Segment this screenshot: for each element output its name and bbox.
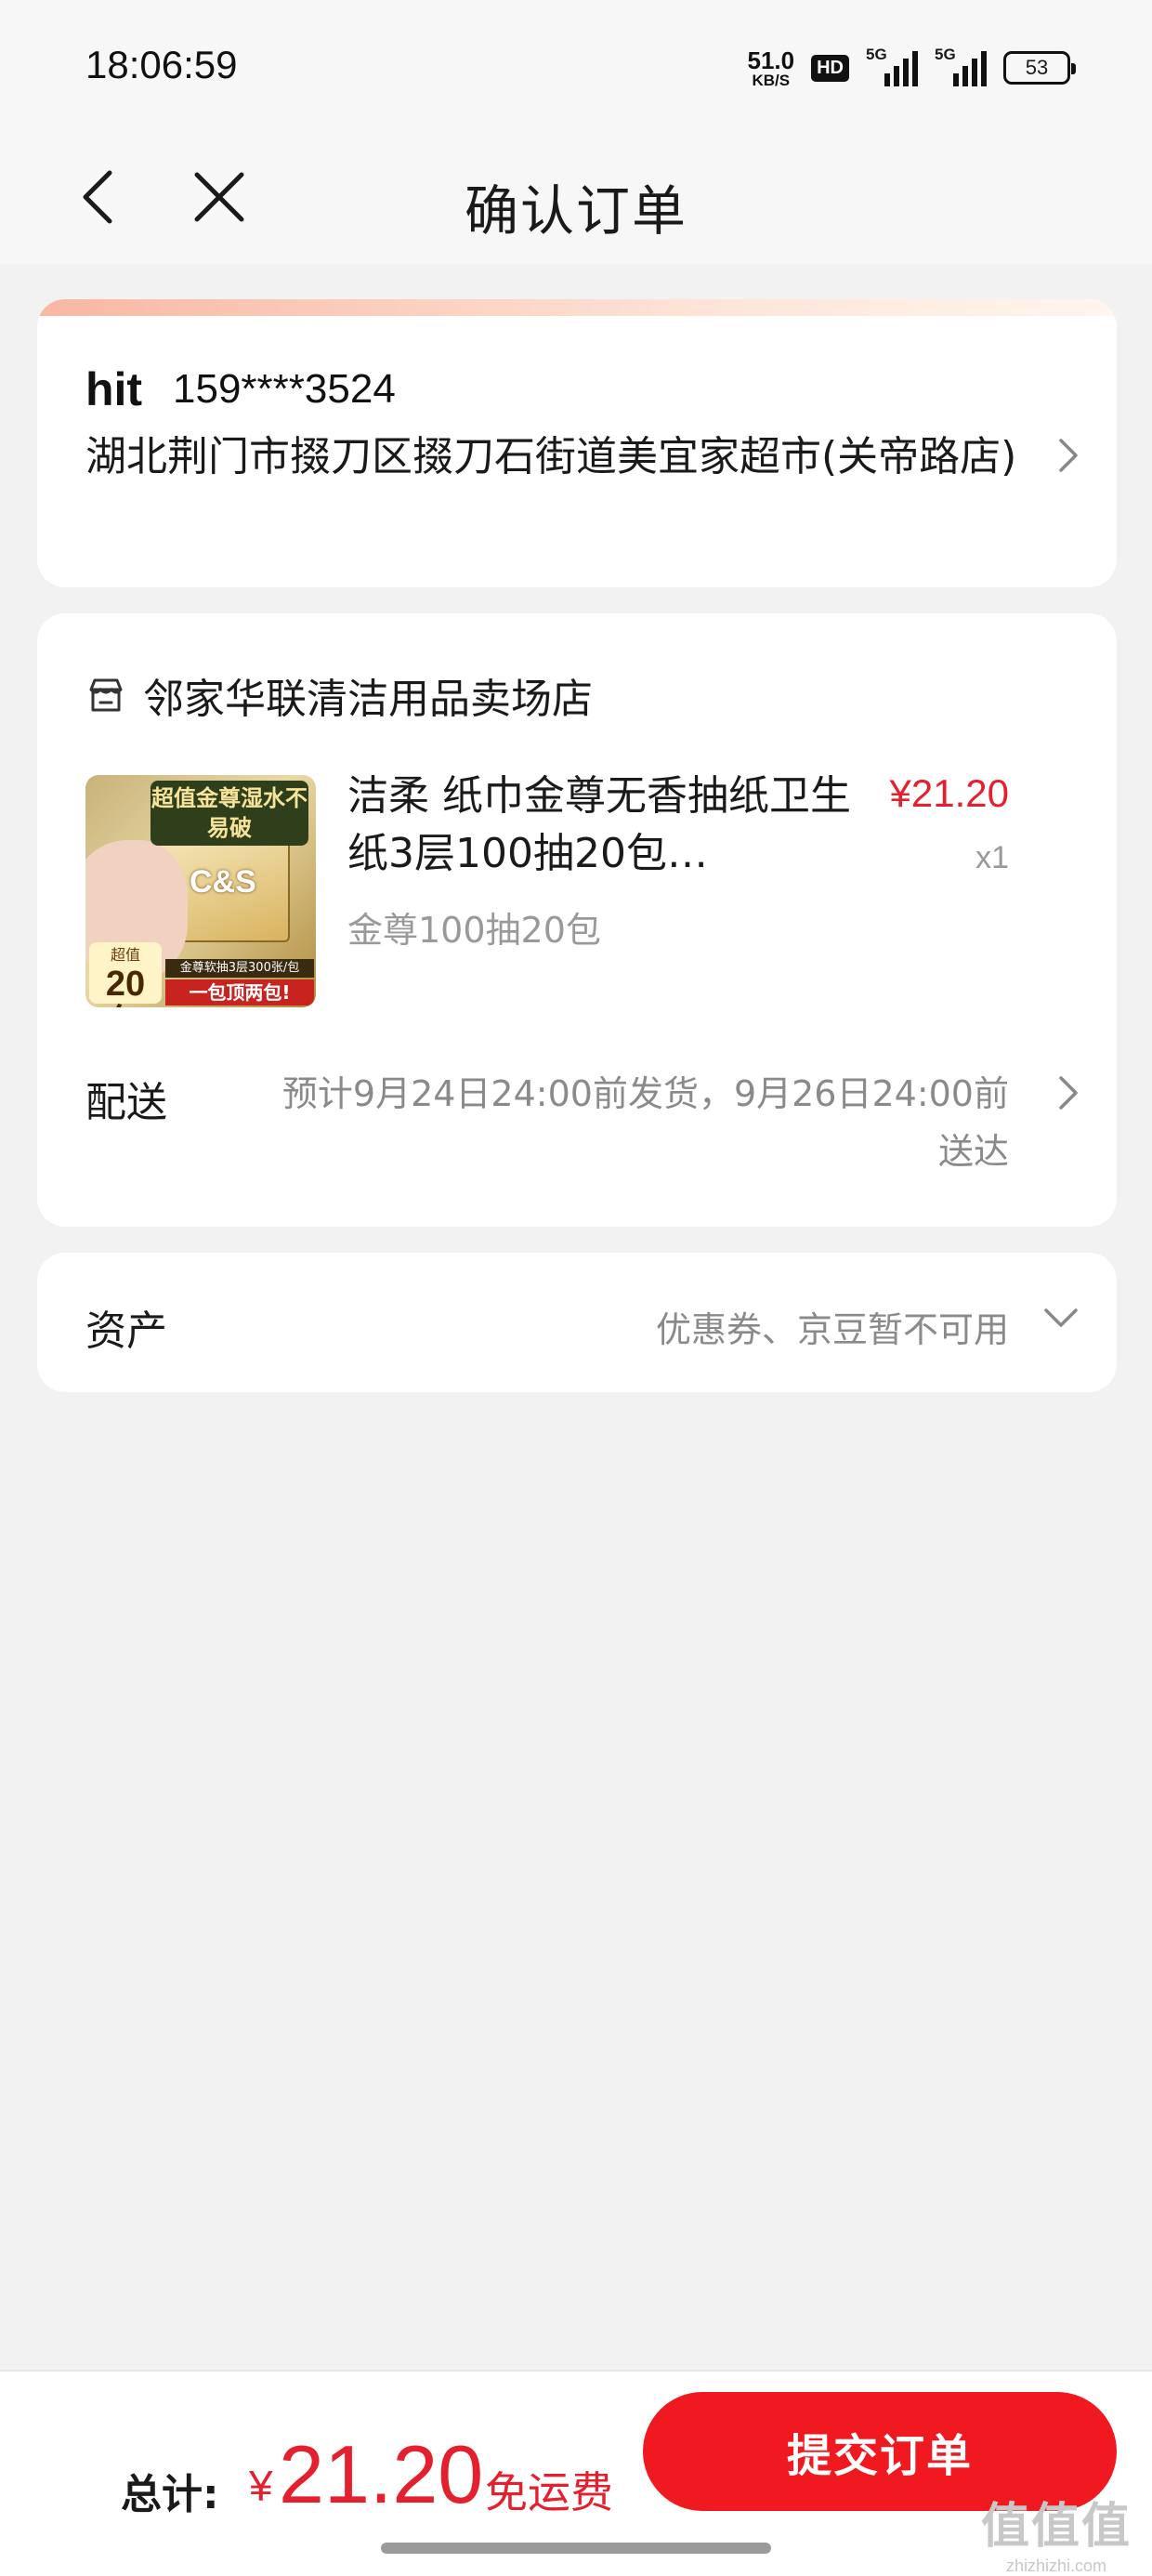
order-card: 邻家华联清洁用品卖场店 C&S 超值金尊湿水不易破 超值 20包 金尊软抽3层3… [37,613,1117,1227]
signal-icon: 5G [866,46,918,86]
total-amount: 21.20 [279,2428,484,2520]
total-currency: ¥ [249,2462,273,2510]
watermark-sub: zhizhizhi.com [1005,2556,1107,2575]
network-speed-value: 51.0 [747,46,795,74]
battery-icon: 53 [1003,51,1076,85]
signal-icon: 5G [935,46,987,86]
product-quantity: x1 [975,840,1009,875]
product-spec: 金尊100抽20包 [347,910,601,951]
product-title[interactable]: 洁柔 纸巾金尊无香抽纸卫生纸3层100抽20包… [347,768,868,883]
shop-header[interactable]: 邻家华联清洁用品卖场店 [85,665,593,725]
product-image-badge-main: 20包 [105,965,146,1007]
network-speed-unit: KB/S [752,71,791,89]
product-price: ¥21.20 [889,771,1009,815]
chevron-down-icon[interactable] [1042,1307,1080,1331]
store-icon [89,678,123,712]
checkout-bar: 总计: ¥ 21.20 免运费 提交订单 值值值 zhizhizhi.com [0,2370,1152,2576]
address-detail: 湖北荆门市掇刀区掇刀石街道美宜家超市(关帝路店) [85,433,1017,480]
free-shipping-label: 免运费 [485,2467,613,2517]
assets-card[interactable]: 资产 优惠券、京豆暂不可用 [37,1253,1117,1392]
product-image-logo: C&S [190,864,256,900]
product-image[interactable]: C&S 超值金尊湿水不易破 超值 20包 金尊软抽3层300张/包 一包顶两包! [85,775,316,1007]
watermark-main: 值值值 [980,2499,1132,2555]
network-speed: 51.0 KB/S [748,48,795,88]
status-bar: 18:06:59 51.0 KB/S HD 5G 5G 53 [0,0,1152,130]
page-title: 确认订单 [464,179,687,243]
address-card-accent [37,299,1117,316]
status-time: 18:06:59 [85,43,238,86]
signal-label: 5G [935,46,956,63]
recipient-name: hit [85,363,143,415]
nav-bar: 确认订单 [0,130,1152,264]
watermark: 值值值 zhizhizhi.com [981,2487,1132,2576]
chevron-right-icon [1059,439,1078,472]
status-icons: 51.0 KB/S HD 5G 5G 53 [748,45,1076,91]
hd-icon: HD [811,54,849,82]
shop-name: 邻家华联清洁用品卖场店 [143,676,593,723]
total-label: 总计: [121,2471,219,2518]
delivery-label: 配送 [85,1079,167,1126]
product-image-badge: 超值 20包 [89,942,162,1007]
delivery-estimate[interactable]: 预计9月24日24:00前发货，9月26日24:00前送达 [247,1065,1009,1180]
assets-label: 资产 [85,1308,167,1355]
recipient-phone: 159****3524 [173,366,396,412]
address-card[interactable]: hit 159****3524 湖北荆门市掇刀区掇刀石街道美宜家超市(关帝路店) [37,299,1117,587]
chevron-right-icon[interactable] [1057,1074,1080,1111]
product-image-promo: 一包顶两包! [165,979,314,1005]
home-indicator[interactable] [381,2543,771,2554]
signal-label: 5G [866,46,887,63]
product-image-banner: 超值金尊湿水不易破 [151,781,308,846]
assets-status: 优惠券、京豆暂不可用 [655,1309,1009,1350]
product-image-badge-top: 超值 [110,946,140,964]
product-image-strip: 金尊软抽3层300张/包 [165,959,314,978]
